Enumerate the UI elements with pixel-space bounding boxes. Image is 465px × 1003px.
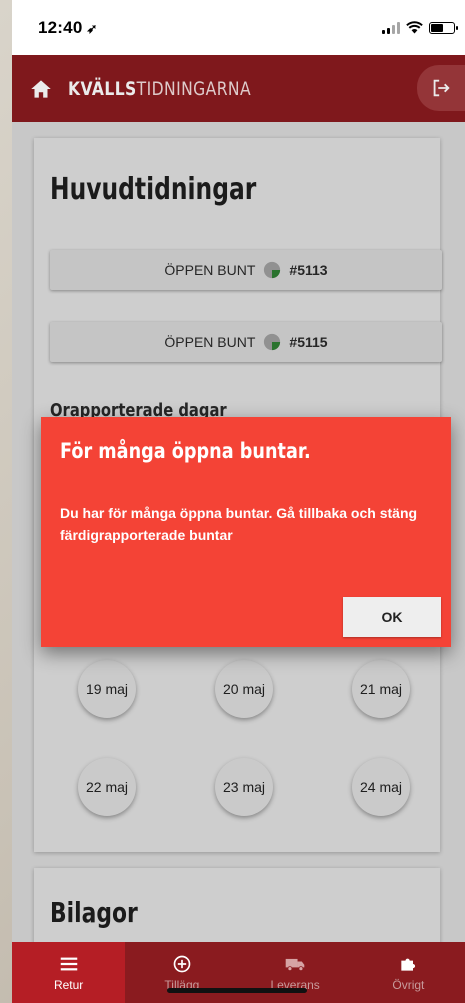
- phone-screen: 12:40 ➶ KVÄLLSTIDNINGARNA Huvudtidningar…: [12, 0, 465, 1003]
- location-icon: ➶: [86, 20, 98, 36]
- dialog-message: Du har för många öppna buntar. Gå tillba…: [60, 505, 418, 543]
- truck-icon: [285, 958, 305, 971]
- tab-label: Övrigt: [392, 977, 425, 992]
- bottom-navigation: Retur Tillägg Leverans Övrigt: [12, 942, 465, 1003]
- tab-tillagg[interactable]: Tillägg: [125, 942, 238, 1003]
- error-dialog: För många öppna buntar. Du har för många…: [41, 417, 451, 647]
- clock: 12:40: [38, 17, 83, 37]
- home-indicator[interactable]: [167, 988, 307, 993]
- wifi-icon: [406, 21, 423, 34]
- battery-icon: [429, 21, 458, 34]
- puzzle-icon: [401, 958, 416, 971]
- signal-icon: [382, 21, 400, 34]
- tab-ovrigt[interactable]: Övrigt: [352, 942, 465, 1003]
- tab-retur[interactable]: Retur: [12, 942, 126, 1003]
- ok-button[interactable]: OK: [343, 597, 441, 637]
- tab-leverans[interactable]: Leverans: [239, 942, 352, 1003]
- dialog-title: För många öppna buntar.: [60, 439, 311, 463]
- tab-label: Retur: [53, 977, 84, 992]
- status-time: 12:40 ➶: [38, 18, 98, 38]
- menu-icon: [60, 957, 77, 970]
- system-icons: [382, 21, 458, 34]
- status-bar: 12:40 ➶: [12, 0, 465, 55]
- plus-circle-icon: [173, 955, 191, 972]
